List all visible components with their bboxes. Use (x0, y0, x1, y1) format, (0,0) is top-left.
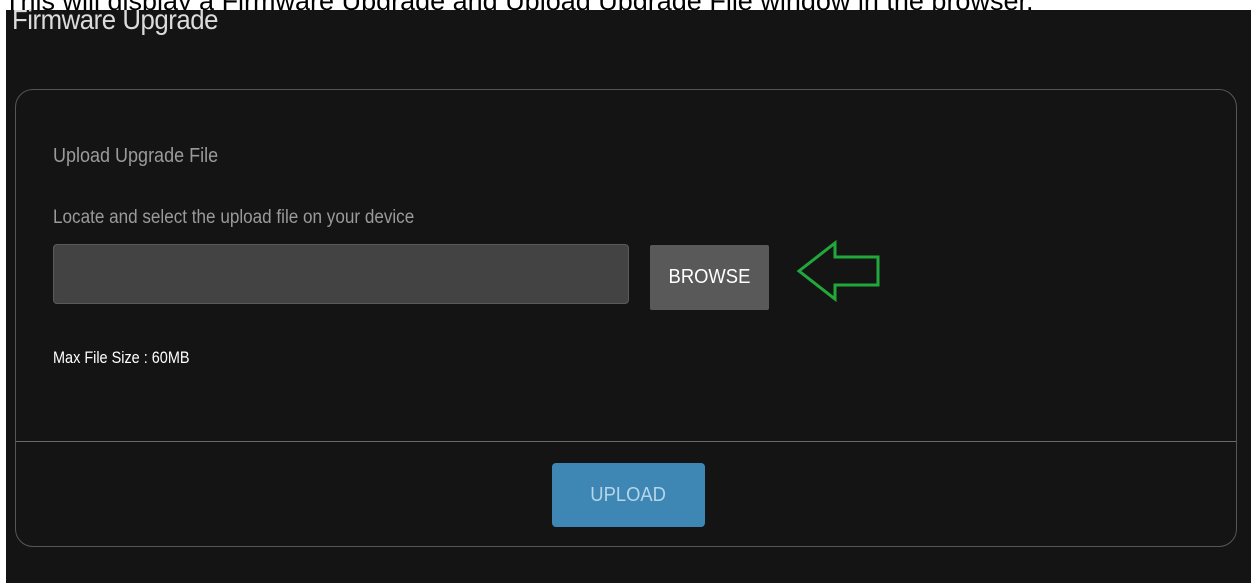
page-title: Firmware Upgrade (12, 4, 218, 35)
browse-button-label: BROWSE (668, 266, 751, 288)
upload-button-label: UPLOAD (590, 483, 667, 506)
card-divider (16, 441, 1236, 442)
left-arrow-icon (796, 240, 880, 303)
firmware-upgrade-page: Firmware Upgrade Upload Upgrade File Loc… (6, 4, 1251, 583)
upload-instruction: Locate and select the upload file on you… (53, 207, 415, 228)
file-path-input[interactable] (53, 244, 629, 304)
screenshot-page: This will display a Firmware Upgrade and… (0, 0, 1251, 583)
section-title: Upload Upgrade File (53, 145, 219, 167)
max-file-size-text: Max File Size : 60MB (53, 348, 190, 367)
upload-button[interactable]: UPLOAD (552, 463, 705, 527)
annotation-arrow-outline (796, 240, 880, 303)
browse-button[interactable]: BROWSE (650, 245, 769, 310)
upload-upgrade-file-card: Upload Upgrade File Locate and select th… (15, 89, 1237, 547)
